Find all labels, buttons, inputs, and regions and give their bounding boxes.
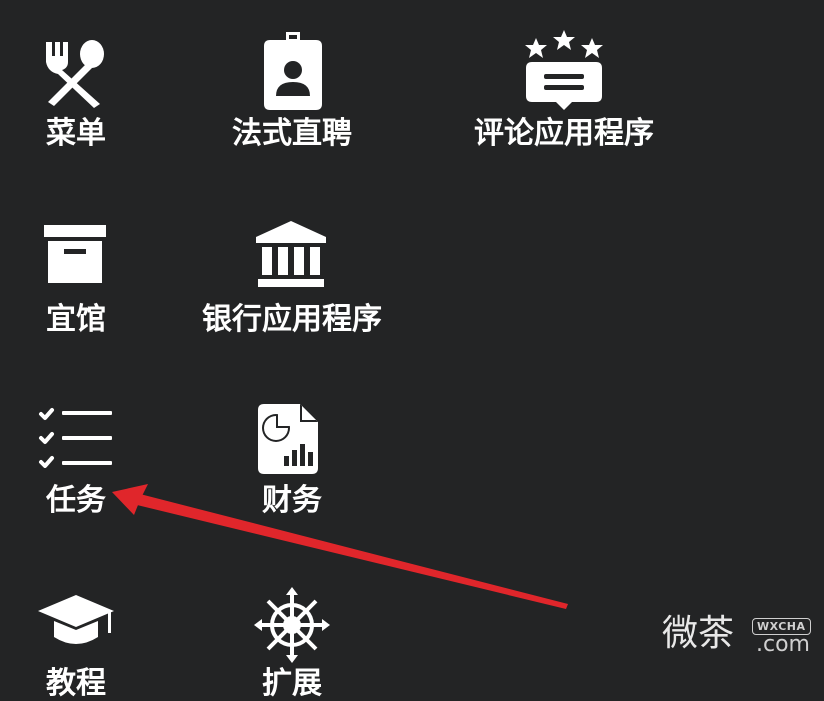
annotation-arrow: [112, 484, 568, 609]
watermark-text: 微茶: [662, 613, 735, 654]
watermark-url: .com: [756, 632, 810, 657]
arrow-shaft: [137, 494, 568, 609]
watermark: 微茶 WXCHA .com: [662, 612, 822, 672]
